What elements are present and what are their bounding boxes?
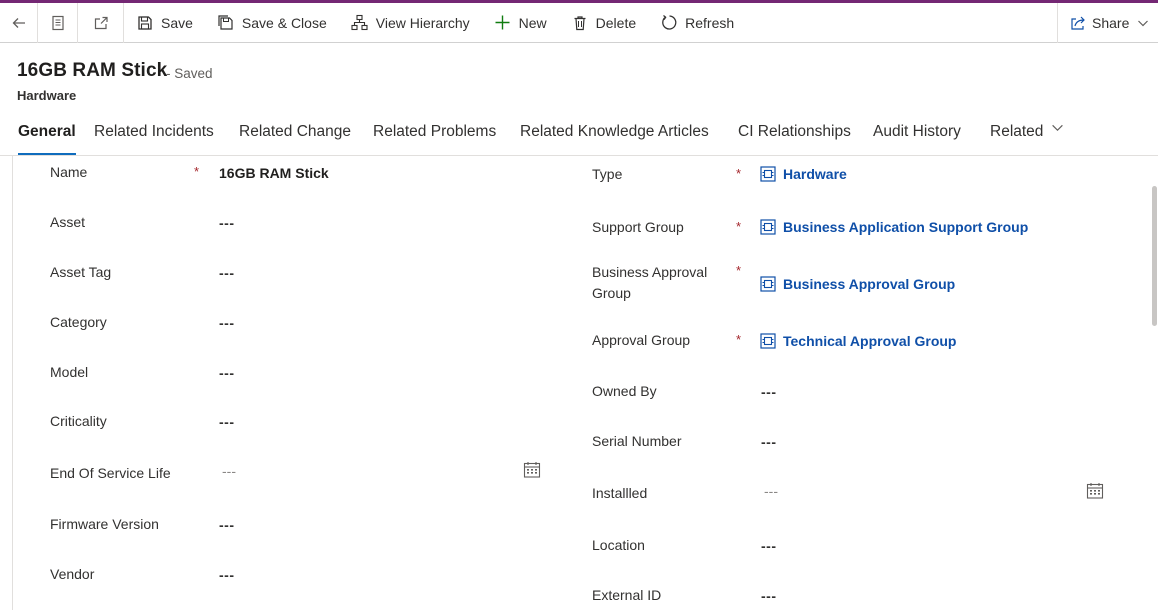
hierarchy-icon <box>351 14 368 31</box>
field-label-category: Category <box>50 314 107 330</box>
lookup-business-approval-group[interactable]: Business Approval Group <box>760 276 955 292</box>
refresh-button[interactable]: Refresh <box>648 3 746 43</box>
lookup-entity-icon <box>760 166 776 182</box>
refresh-label: Refresh <box>685 14 735 31</box>
field-label-end-of-service-life: End Of Service Life <box>50 465 171 481</box>
tab-audit-history[interactable]: Audit History <box>873 123 961 155</box>
trash-icon <box>574 15 586 30</box>
field-label-vendor: Vendor <box>50 566 95 582</box>
field-label-serial-number: Serial Number <box>592 433 682 449</box>
plus-icon <box>495 15 510 30</box>
share-icon <box>1071 16 1085 30</box>
save-label: Save <box>161 14 193 31</box>
save-status: - Saved <box>166 66 213 81</box>
command-bar: Save Save & Close View Hierarchy New Del… <box>0 2 1158 43</box>
chevron-down-icon <box>1052 124 1064 132</box>
field-label-owned-by: Owned By <box>592 383 657 399</box>
record-title: 16GB RAM Stick <box>17 60 168 81</box>
entity-name: Hardware <box>17 88 77 103</box>
required-indicator: * <box>736 166 742 181</box>
form-section-general: Name * 16GB RAM Stick Asset --- Asset Ta… <box>0 156 1150 610</box>
delete-label: Delete <box>595 14 637 31</box>
share-button[interactable]: Share <box>1057 3 1158 43</box>
required-indicator: * <box>736 263 742 278</box>
field-label-asset: Asset <box>50 214 86 230</box>
back-arrow-icon <box>12 17 25 28</box>
field-value-location[interactable]: --- <box>761 538 777 554</box>
lookup-support-group[interactable]: Business Application Support Group <box>760 219 1028 235</box>
field-label-business-approval-group: Business Approval Group <box>592 264 708 301</box>
field-value-installed[interactable]: --- <box>764 483 778 499</box>
open-new-window-button[interactable] <box>78 2 124 43</box>
lookup-entity-icon <box>760 219 776 235</box>
field-label-location: Location <box>592 537 645 553</box>
field-label-model: Model <box>50 364 89 380</box>
field-label-asset-tag: Asset Tag <box>50 264 112 280</box>
share-label: Share <box>1092 15 1130 31</box>
lookup-entity-icon <box>760 276 776 292</box>
field-label-support-group: Support Group <box>592 219 684 235</box>
field-label-name: Name <box>50 164 88 180</box>
save-close-icon <box>218 15 234 30</box>
field-label-type: Type <box>592 166 623 182</box>
save-button[interactable]: Save <box>124 3 205 43</box>
required-indicator: * <box>194 164 200 179</box>
field-value-asset-tag[interactable]: --- <box>219 265 235 281</box>
popout-icon <box>94 16 108 29</box>
field-value-category[interactable]: --- <box>219 315 235 331</box>
refresh-icon <box>661 15 677 30</box>
delete-button[interactable]: Delete <box>559 3 648 43</box>
chevron-down-icon <box>1138 20 1149 27</box>
lookup-support-group-value: Business Application Support Group <box>783 219 1029 235</box>
field-label-installed: Installled <box>592 485 648 501</box>
tab-general[interactable]: General <box>18 123 76 155</box>
section-border <box>12 156 13 610</box>
tab-related-knowledge-articles[interactable]: Related Knowledge Articles <box>520 123 709 155</box>
field-value-name[interactable]: 16GB RAM Stick <box>219 165 329 181</box>
required-indicator: * <box>736 332 742 347</box>
back-button[interactable] <box>0 2 38 43</box>
calendar-icon[interactable] <box>1086 482 1104 500</box>
field-value-firmware-version[interactable]: --- <box>219 517 235 533</box>
tab-list: General Related Incidents Related Change… <box>0 115 1158 156</box>
field-value-end-of-service-life[interactable]: --- <box>222 463 236 479</box>
form-selector-button[interactable] <box>38 2 78 43</box>
scrollbar-thumb[interactable] <box>1152 186 1157 326</box>
field-value-criticality[interactable]: --- <box>219 414 235 430</box>
field-value-vendor[interactable]: --- <box>219 567 235 583</box>
field-value-asset[interactable]: --- <box>219 215 235 231</box>
tab-related-change[interactable]: Related Change <box>239 123 351 155</box>
field-value-model[interactable]: --- <box>219 365 235 381</box>
lookup-type-value: Hardware <box>783 166 847 182</box>
save-icon <box>138 15 152 30</box>
new-button[interactable]: New <box>482 3 559 43</box>
calendar-icon[interactable] <box>523 461 541 479</box>
tab-ci-relationships[interactable]: CI Relationships <box>738 123 851 155</box>
field-value-external-id[interactable]: --- <box>761 588 777 604</box>
lookup-business-approval-group-value: Business Approval Group <box>783 276 956 292</box>
form-icon <box>51 15 64 30</box>
lookup-entity-icon <box>760 333 776 349</box>
tab-related[interactable]: Related <box>990 123 1064 155</box>
save-close-button[interactable]: Save & Close <box>205 3 339 43</box>
tab-related-problems[interactable]: Related Problems <box>373 123 496 155</box>
tab-related-incidents[interactable]: Related Incidents <box>94 123 214 155</box>
lookup-type[interactable]: Hardware <box>760 166 847 182</box>
field-label-criticality: Criticality <box>50 413 107 429</box>
save-close-label: Save & Close <box>241 14 327 31</box>
field-label-approval-group: Approval Group <box>592 332 691 348</box>
field-value-serial-number[interactable]: --- <box>761 434 777 450</box>
lookup-approval-group-value: Technical Approval Group <box>783 333 957 349</box>
view-hierarchy-button[interactable]: View Hierarchy <box>339 3 482 43</box>
new-label: New <box>518 14 547 31</box>
lookup-approval-group[interactable]: Technical Approval Group <box>760 333 956 349</box>
field-label-external-id: External ID <box>592 587 662 603</box>
view-hierarchy-label: View Hierarchy <box>375 14 470 31</box>
field-label-firmware-version: Firmware Version <box>50 516 159 532</box>
field-value-owned-by[interactable]: --- <box>761 384 777 400</box>
required-indicator: * <box>736 219 742 234</box>
